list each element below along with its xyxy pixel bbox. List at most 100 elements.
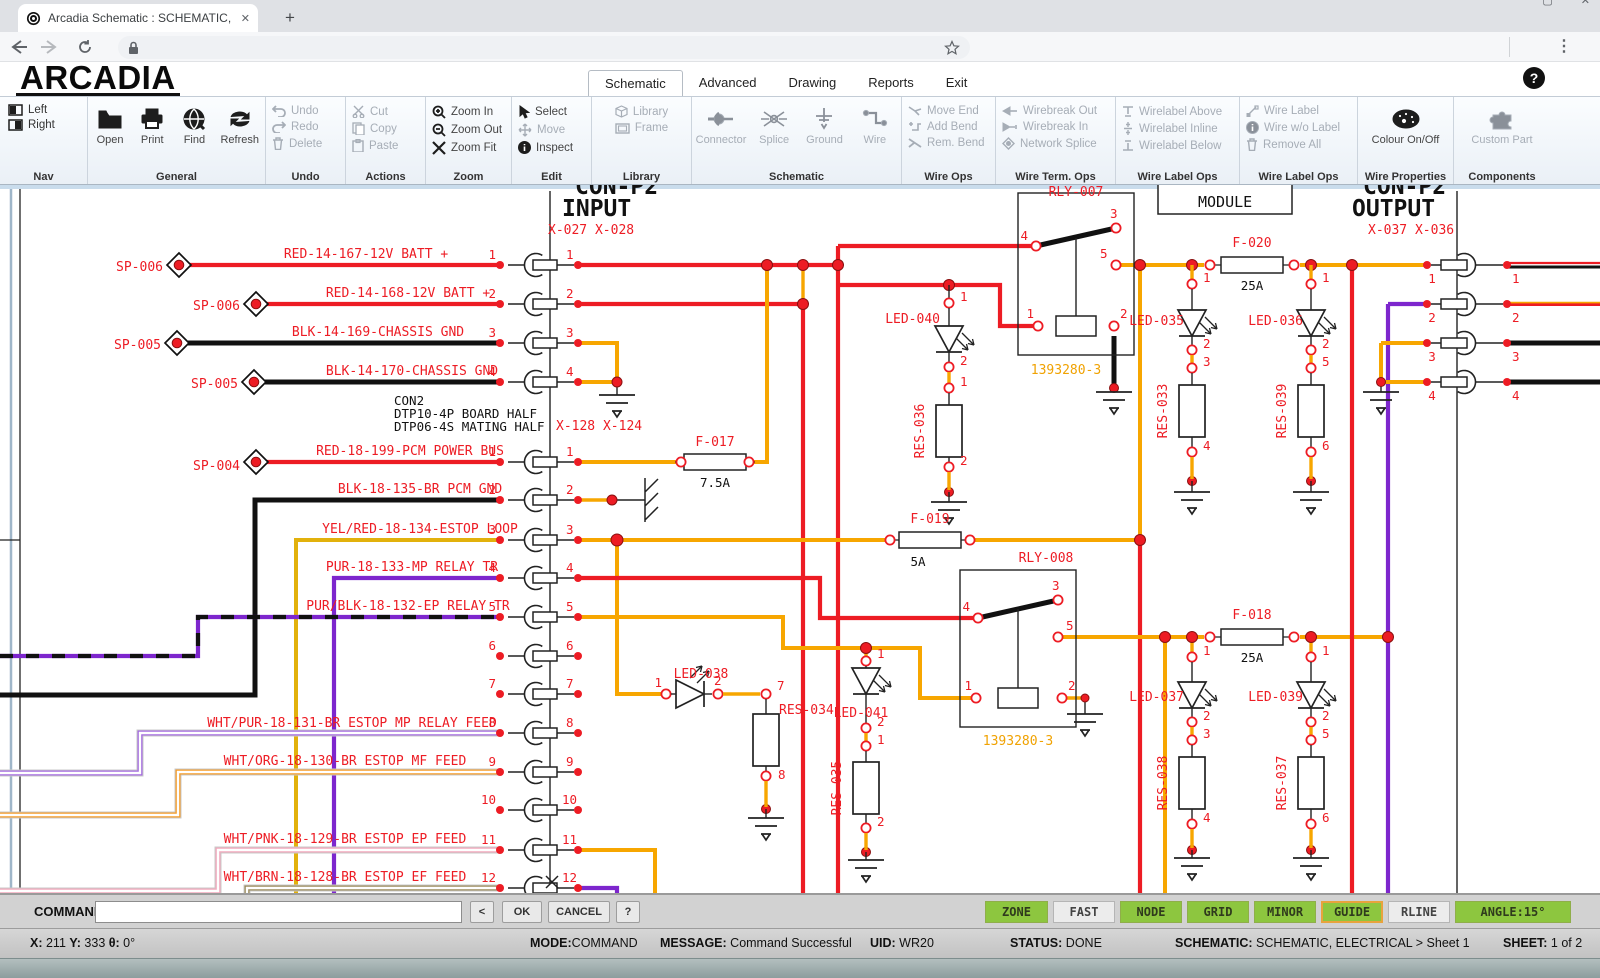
cut-button[interactable]: Cut xyxy=(352,105,419,118)
wire-ep-relay-tr[interactable] xyxy=(0,617,500,656)
svg-text:11: 11 xyxy=(481,832,496,847)
command-back-button[interactable]: < xyxy=(470,901,494,923)
toggle-guide[interactable]: GUIDE xyxy=(1321,901,1383,923)
custom-part-button[interactable]: Custom Part xyxy=(1460,104,1544,146)
wire-wo-label-button[interactable]: Wire w/o Label xyxy=(1246,121,1351,134)
undo-button[interactable]: Undo xyxy=(272,105,339,117)
wirebreak-in-button[interactable]: Wirebreak In xyxy=(1002,121,1109,133)
reload-icon[interactable] xyxy=(68,39,102,55)
toggle-zone[interactable]: ZONE xyxy=(985,901,1048,923)
splice-symbols[interactable] xyxy=(165,253,268,474)
inspect-button[interactable]: Inspect xyxy=(518,141,585,154)
nav-right-button[interactable]: Right xyxy=(8,119,79,131)
wires-layer[interactable] xyxy=(0,246,1600,893)
schematic-canvas[interactable]: .tr{fill:#ed1c24;font:13px "DejaVu Sans … xyxy=(0,185,1600,893)
colour-on-off-button[interactable]: Colour On/Off xyxy=(1364,104,1447,146)
fuse-f017[interactable] xyxy=(675,454,755,470)
wire-f017-out-riser[interactable] xyxy=(753,265,767,462)
wire-output-right-2[interactable] xyxy=(1507,303,1600,304)
zoom-out-button[interactable]: Zoom Out xyxy=(432,123,505,137)
toggle-grid[interactable]: GRID xyxy=(1187,901,1249,923)
forward-icon[interactable] xyxy=(34,39,68,55)
paste-button[interactable]: Paste xyxy=(352,139,419,152)
connector-button[interactable]: Connector xyxy=(698,104,744,146)
find-button[interactable]: Find xyxy=(178,104,210,146)
command-input[interactable] xyxy=(95,901,462,923)
svg-text:7: 7 xyxy=(488,676,496,691)
svg-text:SP-006: SP-006 xyxy=(116,260,163,275)
delete-button[interactable]: Delete xyxy=(272,137,339,150)
toggle-angle[interactable]: ANGLE:15° xyxy=(1455,901,1571,923)
remove-all-button[interactable]: Remove All xyxy=(1246,138,1351,151)
wirebreak-out-button[interactable]: Wirebreak Out xyxy=(1002,105,1109,117)
zoom-in-button[interactable]: Zoom In xyxy=(432,105,505,119)
toggle-minor[interactable]: MINOR xyxy=(1254,901,1316,923)
select-button[interactable]: Select xyxy=(518,105,585,119)
wire-estop-mf-feed[interactable] xyxy=(0,772,500,815)
svg-text:25A: 25A xyxy=(1241,278,1264,293)
wirelabel-inline-button[interactable]: Wirelabel Inline xyxy=(1122,122,1233,135)
frame-button[interactable]: Frame xyxy=(615,122,668,134)
wire-pin34-gnd-loop[interactable] xyxy=(578,343,617,382)
move-end-button[interactable]: Move End xyxy=(908,105,989,117)
tab-advanced[interactable]: Advanced xyxy=(683,70,773,96)
back-icon[interactable] xyxy=(0,39,34,55)
led-036-chain[interactable] xyxy=(1293,265,1336,514)
browser-menu-icon[interactable]: ⋮ xyxy=(1556,36,1572,56)
command-cancel-button[interactable]: CANCEL xyxy=(548,901,610,923)
wire-output-right-1[interactable] xyxy=(1507,263,1600,267)
ground-button[interactable]: Ground xyxy=(804,104,844,146)
refresh-button[interactable]: Refresh xyxy=(220,104,259,146)
toggle-fast[interactable]: FAST xyxy=(1053,901,1115,923)
move-icon xyxy=(518,123,532,137)
help-button[interactable]: ? xyxy=(1523,67,1545,89)
led-037-chain[interactable] xyxy=(1174,652,1217,880)
tab-schematic[interactable]: Schematic xyxy=(588,70,683,96)
svg-text:LED-039: LED-039 xyxy=(1248,690,1303,705)
print-button[interactable]: Print xyxy=(136,104,168,146)
tab-reports[interactable]: Reports xyxy=(852,70,930,96)
browser-tab[interactable]: Arcadia Schematic : SCHEMATIC, ✕ xyxy=(18,4,258,32)
tab-close-icon[interactable]: ✕ xyxy=(241,12,250,25)
svg-text:1: 1 xyxy=(877,732,885,747)
status-mode: MODE:COMMAND xyxy=(530,936,638,950)
network-splice-button[interactable]: Network Splice xyxy=(1002,137,1109,150)
redo-button[interactable]: Redo xyxy=(272,121,339,133)
fuse-f019[interactable] xyxy=(885,532,974,548)
remove-bend-button[interactable]: Rem. Bend xyxy=(908,137,989,149)
new-tab-button[interactable]: + xyxy=(278,7,302,29)
tab-exit[interactable]: Exit xyxy=(930,70,984,96)
toggle-node[interactable]: NODE xyxy=(1120,901,1182,923)
library-button[interactable]: Library xyxy=(615,105,668,118)
add-bend-button[interactable]: Add Bend xyxy=(908,121,989,133)
copy-button[interactable]: Copy xyxy=(352,122,419,135)
move-button[interactable]: Move xyxy=(518,123,585,137)
command-ok-button[interactable]: OK xyxy=(502,901,542,923)
menu-tab-bar: Schematic Advanced Drawing Reports Exit xyxy=(588,70,983,96)
led-041-chain[interactable] xyxy=(848,656,891,882)
wirelabel-above-button[interactable]: Wirelabel Above xyxy=(1122,105,1233,118)
led-038-chain[interactable] xyxy=(661,666,784,840)
wire-rly008-pin4-feed[interactable] xyxy=(578,578,974,618)
wire-label-button[interactable]: Wire Label xyxy=(1246,105,1351,117)
fuse-f020[interactable] xyxy=(1205,257,1298,273)
relay-rly-008[interactable] xyxy=(960,570,1076,727)
window-maximize-icon[interactable]: ▢ xyxy=(1542,0,1552,7)
wire-button[interactable]: Wire xyxy=(855,104,895,146)
led-035-chain[interactable] xyxy=(1174,265,1217,514)
splice-button[interactable]: Splice xyxy=(754,104,794,146)
zoom-fit-button[interactable]: Zoom Fit xyxy=(432,141,505,155)
toggle-rline[interactable]: RLINE xyxy=(1388,901,1450,923)
tab-drawing[interactable]: Drawing xyxy=(773,70,853,96)
led-039-chain[interactable] xyxy=(1293,652,1336,880)
fuse-f018[interactable] xyxy=(1205,629,1298,645)
address-bar[interactable] xyxy=(118,36,970,59)
command-help-button[interactable]: ? xyxy=(616,901,640,923)
window-close-icon[interactable]: ✕ xyxy=(1581,0,1590,7)
open-button[interactable]: Open xyxy=(94,104,126,146)
nav-left-button[interactable]: Left xyxy=(8,104,79,116)
output-connector[interactable] xyxy=(1431,254,1503,394)
bookmark-star-icon[interactable] xyxy=(944,40,960,56)
wire-rly008-pin1-feed[interactable] xyxy=(578,617,971,698)
wirelabel-below-button[interactable]: Wirelabel Below xyxy=(1122,139,1233,152)
